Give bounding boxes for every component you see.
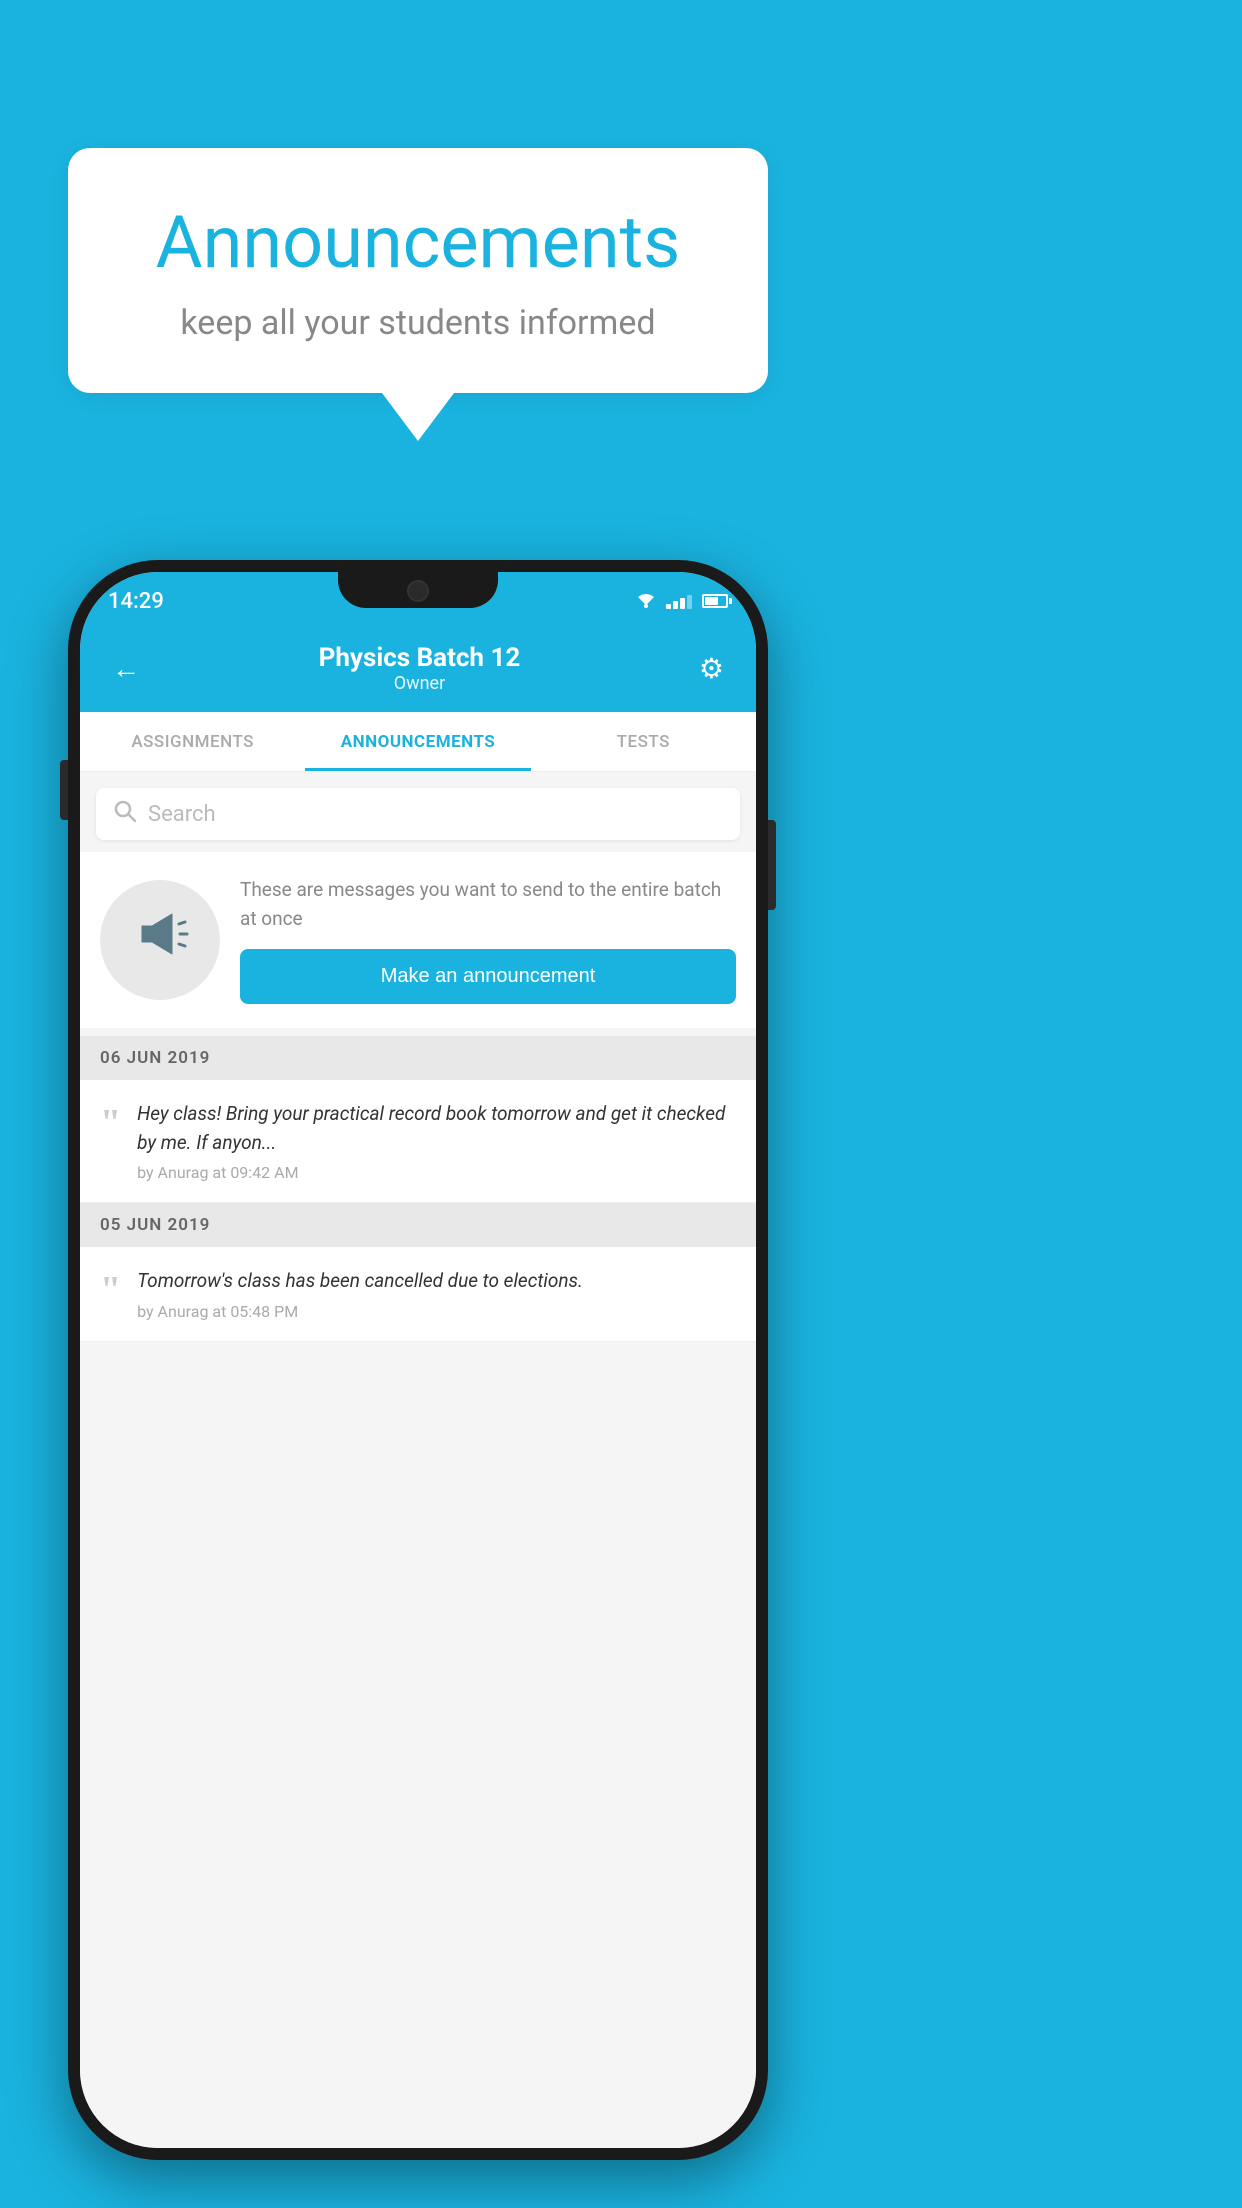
speech-bubble-card: Announcements keep all your students inf… <box>68 148 768 393</box>
announcement-text-1: Hey class! Bring your practical record b… <box>137 1100 736 1157</box>
megaphone-circle <box>100 880 220 1000</box>
announcement-meta-2: by Anurag at 05:48 PM <box>137 1302 736 1321</box>
announcement-text-2: Tomorrow's class has been cancelled due … <box>137 1267 736 1296</box>
tab-tests[interactable]: TESTS <box>531 712 756 771</box>
make-announcement-button[interactable]: Make an announcement <box>240 949 736 1004</box>
phone-outer: 14:29 <box>68 560 768 2160</box>
status-time: 14:29 <box>108 589 164 614</box>
content-area: Search <box>80 772 756 2148</box>
bubble-title: Announcements <box>128 200 708 285</box>
phone-power-button <box>768 820 776 910</box>
prompt-description: These are messages you want to send to t… <box>240 876 736 933</box>
signal-icon <box>666 593 692 609</box>
settings-button[interactable]: ⚙ <box>691 644 732 693</box>
megaphone-icon <box>130 904 190 977</box>
speech-bubble-tail <box>382 393 454 441</box>
header-title: Physics Batch 12 <box>148 643 691 673</box>
header-subtitle: Owner <box>148 673 691 694</box>
prompt-right: These are messages you want to send to t… <box>240 876 736 1004</box>
tab-announcements[interactable]: ANNOUNCEMENTS <box>305 712 530 771</box>
battery-icon <box>702 594 728 608</box>
tab-assignments[interactable]: ASSIGNMENTS <box>80 712 305 771</box>
status-icons <box>636 593 728 609</box>
announcement-item-1[interactable]: " Hey class! Bring your practical record… <box>80 1080 756 1203</box>
phone-volume-button <box>60 760 68 820</box>
app-header: ← Physics Batch 12 Owner ⚙ <box>80 624 756 712</box>
announcement-meta-1: by Anurag at 09:42 AM <box>137 1163 736 1182</box>
back-button[interactable]: ← <box>104 644 148 693</box>
tabs-container: ASSIGNMENTS ANNOUNCEMENTS TESTS <box>80 712 756 772</box>
wifi-icon <box>636 593 656 609</box>
search-bar[interactable]: Search <box>96 788 740 840</box>
date-divider-2: 05 JUN 2019 <box>80 1203 756 1247</box>
announcement-item-2[interactable]: " Tomorrow's class has been cancelled du… <box>80 1247 756 1342</box>
quote-icon-1: " <box>100 1104 121 1142</box>
date-divider-1: 06 JUN 2019 <box>80 1036 756 1080</box>
search-placeholder: Search <box>148 802 216 827</box>
quote-icon-2: " <box>100 1271 121 1309</box>
announcement-content-1: Hey class! Bring your practical record b… <box>137 1100 736 1182</box>
announcement-prompt: These are messages you want to send to t… <box>80 852 756 1028</box>
phone-screen: 14:29 <box>80 572 756 2148</box>
header-title-section: Physics Batch 12 Owner <box>148 643 691 694</box>
phone-notch <box>338 572 498 608</box>
phone-camera <box>407 580 429 602</box>
phone-wrapper: 14:29 <box>68 560 768 2160</box>
search-icon <box>114 800 136 828</box>
announcement-content-2: Tomorrow's class has been cancelled due … <box>137 1267 736 1321</box>
bubble-subtitle: keep all your students informed <box>128 303 708 343</box>
speech-bubble-wrapper: Announcements keep all your students inf… <box>68 148 768 441</box>
phone-content: 14:29 <box>80 572 756 2148</box>
